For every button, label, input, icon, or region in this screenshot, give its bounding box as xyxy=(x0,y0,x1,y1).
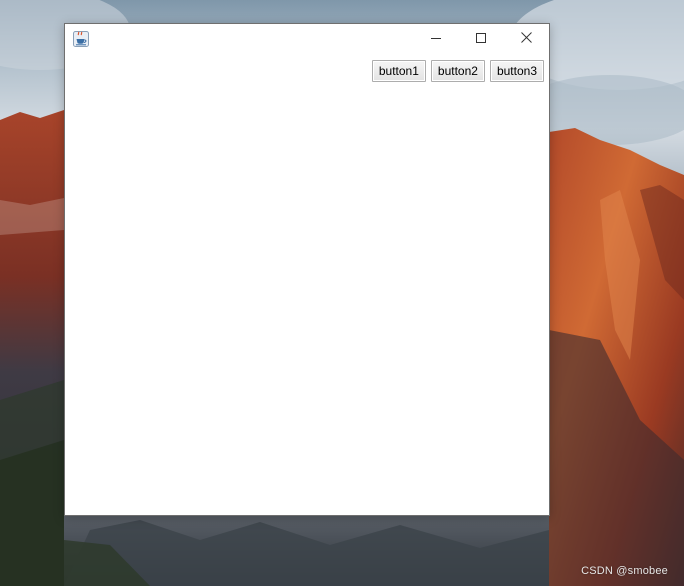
button1[interactable]: button1 xyxy=(371,60,426,82)
maximize-icon xyxy=(475,30,486,48)
maximize-button[interactable] xyxy=(458,24,503,54)
button2[interactable]: button2 xyxy=(430,60,485,82)
close-icon xyxy=(521,30,532,48)
minimize-icon xyxy=(430,30,441,48)
application-window: button1 button2 button3 xyxy=(64,23,550,516)
content-pane: button1 button2 button3 xyxy=(65,54,549,515)
button-panel: button1 button2 button3 xyxy=(371,60,544,82)
close-button[interactable] xyxy=(504,24,549,54)
minimize-button[interactable] xyxy=(413,24,458,54)
java-cup-icon xyxy=(73,31,89,47)
button3[interactable]: button3 xyxy=(489,60,544,82)
watermark-text: CSDN @smobee xyxy=(581,565,668,577)
title-bar[interactable] xyxy=(65,24,549,54)
